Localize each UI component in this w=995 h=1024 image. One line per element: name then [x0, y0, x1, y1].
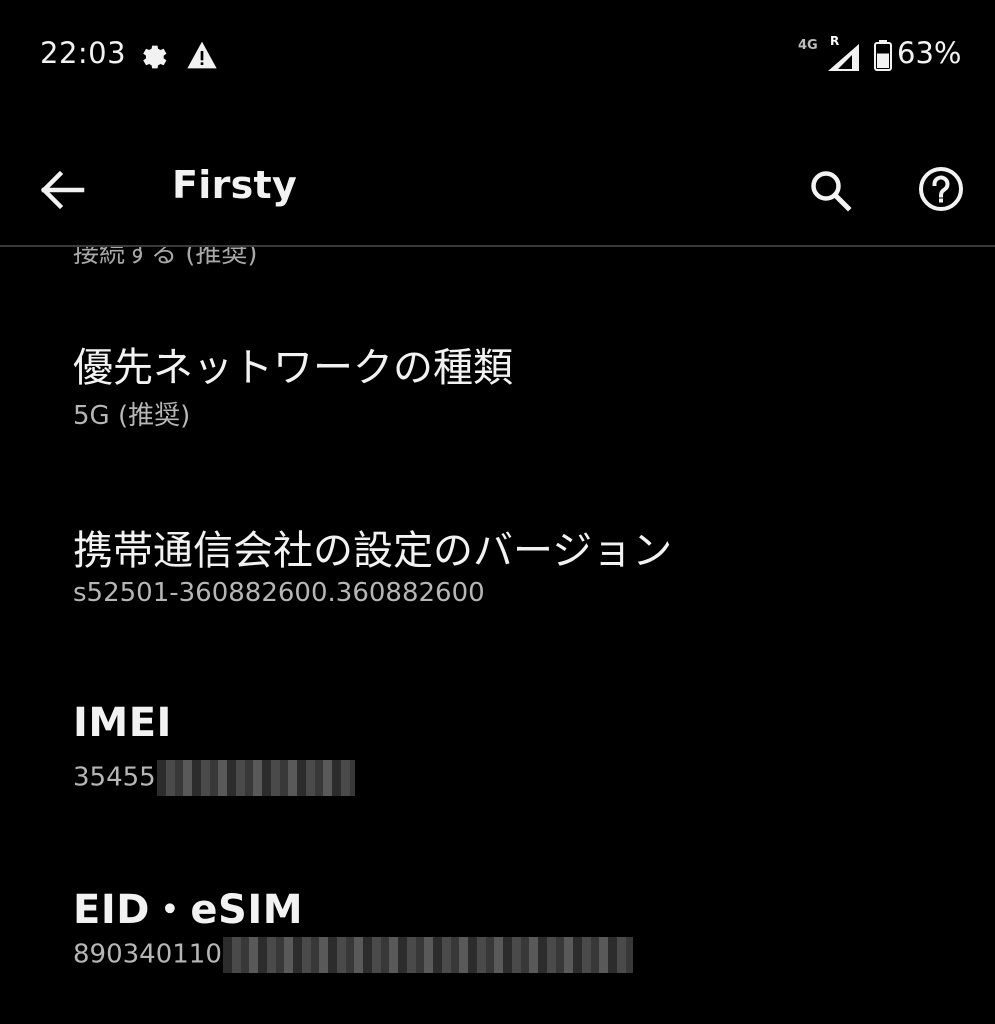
- imei-value: 35455: [73, 762, 156, 793]
- help-icon[interactable]: [902, 156, 980, 234]
- eid-esim-item[interactable]: EID・eSIM 890340110: [0, 877, 995, 987]
- app-bar: Firsty: [0, 110, 995, 247]
- page-title: Firsty: [172, 163, 298, 207]
- pref-title: 携帯通信会社の設定のバージョン: [73, 528, 673, 574]
- imei-item[interactable]: IMEI 35455: [0, 700, 995, 810]
- pref-summary: 5G (推奨): [73, 401, 191, 431]
- arrow-back-icon[interactable]: [30, 158, 94, 222]
- preferred-network-type-item[interactable]: 優先ネットワークの種類 5G (推奨): [0, 335, 995, 445]
- eid-value: 890340110: [73, 939, 222, 970]
- search-icon[interactable]: [796, 156, 868, 228]
- pref-title: 優先ネットワークの種類: [73, 345, 513, 391]
- redacted-mask: [222, 937, 633, 973]
- pref-title: EID・eSIM: [73, 887, 304, 933]
- carrier-settings-version-item[interactable]: 携帯通信会社の設定のバージョン s52501-360882600.3608826…: [0, 518, 995, 628]
- pref-title: IMEI: [73, 700, 172, 746]
- redacted-mask: [156, 760, 355, 796]
- pref-summary-row: 890340110: [73, 937, 633, 973]
- pref-summary: s52501-360882600.360882600: [73, 578, 485, 608]
- pref-summary-row: 35455: [73, 760, 355, 796]
